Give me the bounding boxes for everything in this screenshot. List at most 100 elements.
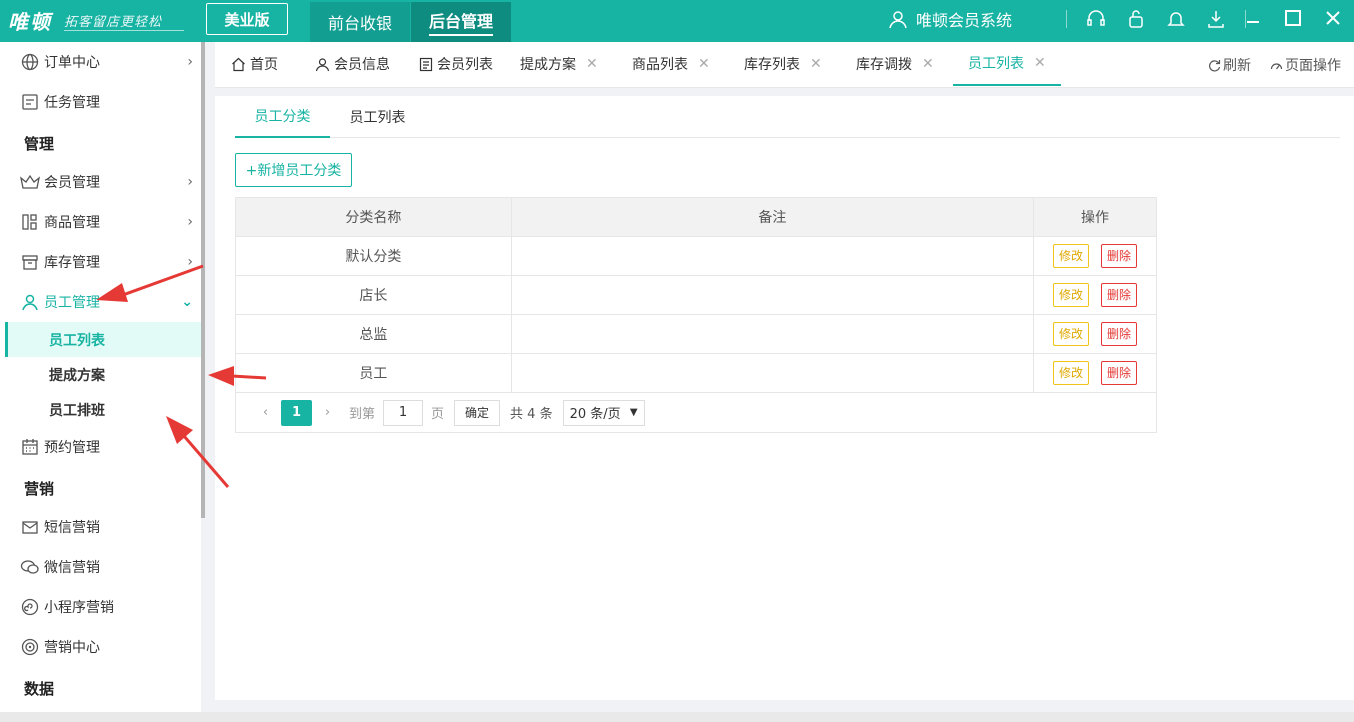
- top-bar: 唯顿 拓客留店更轻松 美业版 前台收银 后台管理 唯顿会员系统: [0, 0, 1354, 42]
- main-content: 员工分类 员工列表 +新增员工分类 分类名称 备注 操作 默认分类 修改 删除 店…: [215, 96, 1354, 700]
- minimize-icon[interactable]: [1240, 5, 1266, 31]
- tab-label: 库存列表: [744, 57, 800, 73]
- miniapp-icon: [20, 597, 40, 617]
- refresh-icon: [1209, 59, 1221, 71]
- bottom-strip: [0, 712, 1354, 722]
- category-name-cell: 员工: [235, 353, 512, 393]
- note-cell: [510, 314, 1035, 354]
- close-icon[interactable]: ✕: [1034, 55, 1046, 71]
- note-cell: [510, 275, 1035, 315]
- sidebar-item-products[interactable]: 商品管理 ›: [0, 202, 201, 242]
- goto-confirm-button[interactable]: 确定: [454, 399, 501, 426]
- subtab-staff-list[interactable]: 员工列表: [335, 96, 420, 138]
- maximize-icon[interactable]: [1280, 5, 1306, 31]
- edit-button[interactable]: 修改: [1053, 322, 1090, 346]
- refresh-button[interactable]: 刷新: [1208, 55, 1251, 75]
- close-icon[interactable]: ✕: [586, 56, 598, 72]
- tab-label: 首页: [250, 57, 278, 73]
- actions-cell: 修改 删除: [1033, 353, 1157, 393]
- download-icon[interactable]: [1205, 8, 1227, 30]
- subtab-staff-category[interactable]: 员工分类: [235, 96, 330, 138]
- column-header: 操作: [1033, 197, 1157, 237]
- sidebar-item-members[interactable]: 会员管理 ›: [0, 162, 201, 202]
- delete-button[interactable]: 删除: [1101, 322, 1138, 346]
- pagination: ‹ 1 › 到第 1 页 确定 共 4 条 20 条/页 ▼: [235, 393, 1157, 433]
- page-ops-button[interactable]: 页面操作: [1270, 55, 1341, 75]
- gauge-icon: [1270, 62, 1283, 69]
- sidebar-item-inventory[interactable]: 库存管理 ›: [0, 242, 201, 282]
- total-count: 共 4 条: [510, 407, 553, 422]
- close-icon[interactable]: ✕: [810, 56, 822, 72]
- tab-staff-list[interactable]: 员工列表 ✕: [953, 42, 1061, 86]
- tab-member-info[interactable]: 会员信息: [315, 42, 390, 86]
- sidebar-item-sms[interactable]: 短信营销: [0, 507, 201, 547]
- chevron-right-icon: ›: [187, 214, 193, 230]
- sidebar-item-wechat[interactable]: 微信营销: [0, 547, 201, 587]
- delete-button[interactable]: 删除: [1101, 283, 1138, 307]
- sidebar-subitem-schedule[interactable]: 员工排班: [5, 392, 201, 427]
- tab-transfer[interactable]: 库存调拨 ✕: [856, 42, 934, 86]
- sidebar-item-label: 预约管理: [44, 440, 100, 456]
- delete-button[interactable]: 删除: [1101, 244, 1138, 268]
- user-icon: [889, 11, 907, 29]
- prev-page-icon[interactable]: ‹: [250, 400, 281, 426]
- front-cashier-tab[interactable]: 前台收银: [310, 2, 410, 42]
- system-name: 唯顿会员系统: [888, 7, 1012, 31]
- section-title-marketing: 营销: [24, 480, 55, 498]
- headset-icon[interactable]: [1085, 8, 1107, 30]
- sidebar-item-orders[interactable]: 订单中心 ›: [0, 42, 201, 82]
- sidebar-item-appointments[interactable]: 预约管理: [0, 427, 201, 467]
- sidebar-item-miniapp[interactable]: 小程序营销: [0, 587, 201, 627]
- sidebar-item-tasks[interactable]: 任务管理: [0, 82, 201, 122]
- sidebar-item-marketing-center[interactable]: 营销中心: [0, 627, 201, 667]
- next-page-icon[interactable]: ›: [312, 400, 343, 426]
- slogan-underline: [64, 30, 184, 31]
- tab-member-list[interactable]: 会员列表: [419, 42, 493, 86]
- lock-icon[interactable]: [1125, 8, 1147, 30]
- close-icon[interactable]: [1320, 5, 1346, 31]
- back-admin-tab[interactable]: 后台管理: [411, 2, 511, 42]
- sidebar-subitem-staff-list[interactable]: 员工列表: [5, 322, 201, 357]
- delete-button[interactable]: 删除: [1101, 361, 1138, 385]
- globe-icon: [20, 52, 40, 72]
- window-controls: [1240, 5, 1346, 31]
- edit-button[interactable]: 修改: [1053, 361, 1090, 385]
- sidebar-item-label: 营销中心: [44, 640, 100, 656]
- edition-button[interactable]: 美业版: [206, 3, 288, 35]
- tab-label: 商品列表: [632, 57, 688, 73]
- edit-button[interactable]: 修改: [1053, 283, 1090, 307]
- table-header-row: 分类名称 备注 操作: [235, 197, 1157, 237]
- sidebar: 订单中心 › 任务管理 管理 会员管理 › 商品管理 › 库存管理 › 员工管理…: [0, 42, 201, 722]
- sidebar-scrollbar[interactable]: [201, 42, 205, 518]
- sidebar-subitem-commission[interactable]: 提成方案: [5, 357, 201, 392]
- page-size-select[interactable]: 20 条/页 ▼: [562, 399, 645, 426]
- sidebar-item-label: 商品管理: [44, 215, 100, 231]
- staff-category-table: 分类名称 备注 操作 默认分类 修改删除 店长 修改删除 总监 修改删除: [235, 197, 1157, 393]
- category-name-cell: 默认分类: [235, 236, 512, 276]
- tab-inventory[interactable]: 库存列表 ✕: [744, 42, 822, 86]
- close-icon[interactable]: ✕: [922, 56, 934, 72]
- note-cell: [510, 353, 1035, 393]
- caret-down-icon: ▼: [629, 407, 638, 418]
- crown-icon: [20, 172, 40, 192]
- sidebar-item-staff[interactable]: 员工管理 ⌄: [0, 282, 201, 322]
- close-icon[interactable]: ✕: [698, 56, 710, 72]
- sidebar-item-label: 任务管理: [44, 95, 100, 111]
- tab-products[interactable]: 商品列表 ✕: [632, 42, 710, 86]
- goto-page-input[interactable]: 1: [383, 399, 424, 426]
- chevron-right-icon: ›: [187, 174, 193, 190]
- sidebar-item-label: 库存管理: [44, 255, 100, 271]
- note-cell: [510, 236, 1035, 276]
- add-staff-category-button[interactable]: +新增员工分类: [235, 153, 352, 187]
- page-number-current[interactable]: 1: [281, 399, 312, 426]
- sidebar-item-label: 员工管理: [44, 295, 100, 311]
- bell-icon[interactable]: [1165, 8, 1187, 30]
- tab-label: 库存调拨: [856, 57, 912, 73]
- edit-button[interactable]: 修改: [1053, 244, 1090, 268]
- tab-home[interactable]: 首页: [231, 42, 278, 86]
- grid-icon: [20, 212, 40, 232]
- actions-cell: 修改 删除: [1033, 314, 1157, 354]
- tab-commission[interactable]: 提成方案 ✕: [520, 42, 598, 86]
- mail-icon: [20, 517, 40, 537]
- page-tabs-bar: 首页 会员信息 会员列表 提成方案 ✕ 商品列表 ✕ 库存列表 ✕ 库存调拨 ✕…: [215, 42, 1354, 88]
